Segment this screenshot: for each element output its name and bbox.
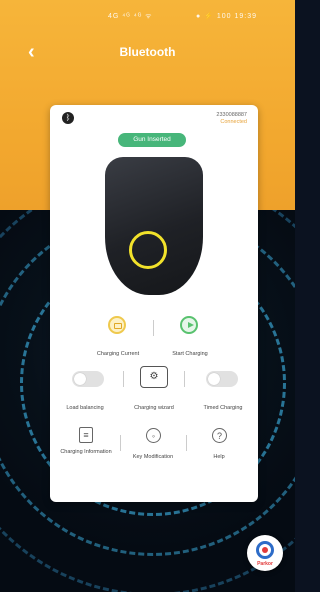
start-charging-label: Start Charging [172, 351, 208, 357]
charging-wizard-label: Charging wizard [134, 405, 174, 411]
key-icon[interactable]: ◦ [146, 428, 161, 443]
status-battery-time: ● ⚡ 100 19:39 [196, 13, 257, 20]
bluetooth-icon: ᛒ [62, 112, 74, 124]
toggle-knob [74, 373, 86, 385]
load-balancing-label: Load balancing [66, 405, 104, 411]
key-modification-label: Key Modification [132, 454, 174, 460]
start-charging-button[interactable] [180, 316, 198, 334]
divider [153, 320, 154, 336]
question-icon[interactable]: ? [212, 428, 227, 443]
help-label: Help [213, 454, 225, 460]
page-title: Bluetooth [119, 45, 176, 59]
charger-status-ring [129, 231, 167, 269]
bluetooth-page: 4G ⁴ᴳ ⁴ᴳ ᯤ ● ⚡ 100 19:39 ‹ Bluetooth ᛒ 2… [0, 0, 295, 592]
charging-current-label: Charging Current [96, 351, 140, 357]
gun-status-badge: Gun Inserted [118, 133, 186, 147]
divider [120, 435, 121, 451]
charging-wizard-button[interactable]: ⚙ [140, 366, 168, 388]
status-signal-indicators: 4G ⁴ᴳ ⁴ᴳ ᯤ [108, 13, 153, 20]
document-icon[interactable]: ≡ [79, 427, 93, 443]
divider [123, 371, 124, 387]
charging-information-label: Charging Information [60, 449, 112, 455]
load-balancing-toggle[interactable] [72, 371, 104, 387]
charger-card: ᛒ 2330088887 Connected Gun Inserted Char… [50, 105, 258, 502]
charger-device-image [105, 157, 203, 295]
toggle-knob [208, 373, 220, 385]
app-logo-icon [256, 541, 274, 559]
connection-status: Connected [220, 119, 247, 125]
floating-app-button[interactable]: Parkor [247, 535, 283, 571]
divider [184, 371, 185, 387]
timed-charging-toggle[interactable] [206, 371, 238, 387]
status-bar: 4G ⁴ᴳ ⁴ᴳ ᯤ ● ⚡ 100 19:39 [0, 12, 295, 28]
divider [186, 435, 187, 451]
timed-charging-label: Timed Charging [203, 405, 243, 411]
device-serial: 2330088887 [216, 112, 247, 118]
fab-label: Parkor [257, 561, 273, 567]
charging-current-button[interactable] [108, 316, 126, 334]
